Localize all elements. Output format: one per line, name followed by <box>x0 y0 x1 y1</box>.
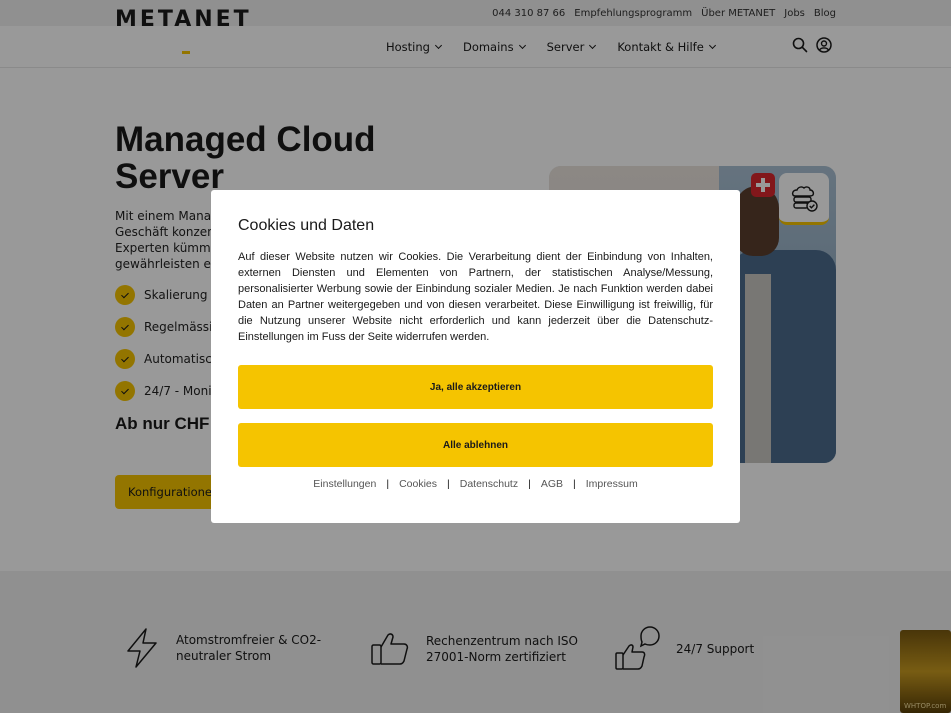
link-separator: | <box>528 478 531 490</box>
link-separator: | <box>386 478 390 490</box>
dialog-links: Einstellungen | Cookies | Datenschutz | … <box>211 478 740 490</box>
privacy-link[interactable]: Datenschutz <box>460 478 518 490</box>
accept-all-button[interactable]: Ja, alle akzeptieren <box>238 365 713 409</box>
cookie-dialog: Cookies und Daten Auf dieser Website nut… <box>211 190 740 523</box>
dialog-title: Cookies und Daten <box>238 217 375 234</box>
reject-all-button[interactable]: Alle ablehnen <box>238 423 713 467</box>
link-separator: | <box>573 478 576 490</box>
cookies-link[interactable]: Cookies <box>399 478 437 490</box>
terms-link[interactable]: AGB <box>541 478 563 490</box>
dialog-text: Auf dieser Website nutzen wir Cookies. D… <box>238 251 713 343</box>
imprint-link[interactable]: Impressum <box>586 478 638 490</box>
link-separator: | <box>447 478 450 490</box>
settings-link[interactable]: Einstellungen <box>313 478 376 490</box>
